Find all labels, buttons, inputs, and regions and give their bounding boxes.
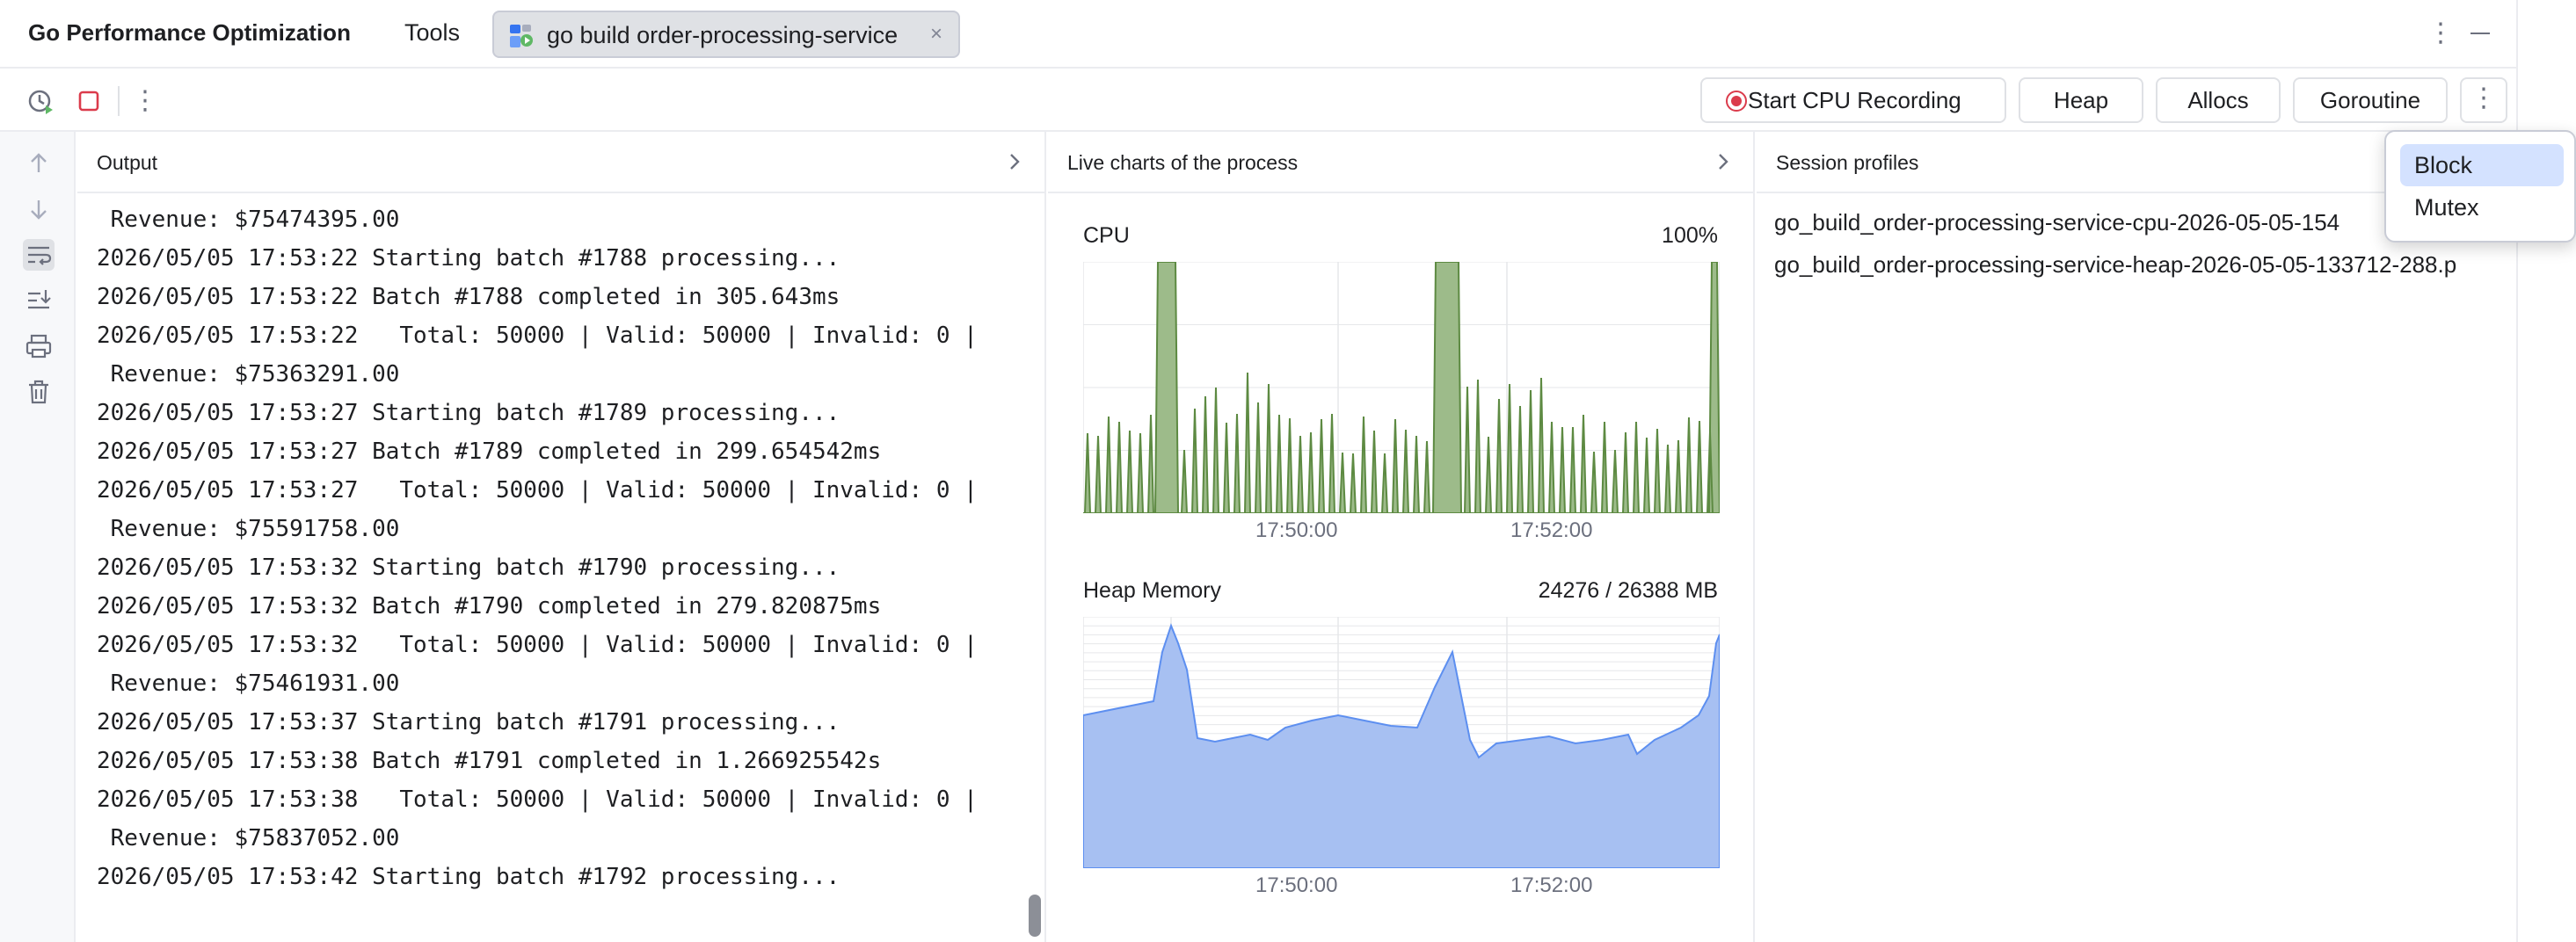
console-line: 2026/05/05 17:53:27 Batch #1789 complete… <box>97 438 882 465</box>
start-cpu-recording-label: Start CPU Recording <box>1748 87 1961 113</box>
live-charts-title: Live charts of the process <box>1067 151 1299 174</box>
heap-tick-label: 17:52:00 <box>1510 873 1593 897</box>
arrow-down-icon[interactable] <box>23 193 55 225</box>
heap-tick-label: 17:50:00 <box>1255 873 1338 897</box>
console-line: 2026/05/05 17:53:22 Batch #1788 complete… <box>97 284 840 310</box>
live-charts-header: Live charts of the process <box>1048 132 1753 193</box>
heap-button[interactable]: Heap <box>2019 77 2143 123</box>
console-line: 2026/05/05 17:53:38 Total: 50000 | Valid… <box>97 786 978 813</box>
console-line: 2026/05/05 17:53:32 Total: 50000 | Valid… <box>97 632 978 658</box>
chevron-right-icon[interactable] <box>1001 148 1029 176</box>
cpu-chart-value: 100% <box>1662 223 1718 248</box>
output-panel-header: Output <box>77 132 1044 193</box>
scroll-to-end-icon[interactable] <box>23 285 55 316</box>
goroutine-button[interactable]: Goroutine <box>2293 77 2448 123</box>
console-line: Revenue: $75461931.00 <box>97 670 400 697</box>
heap-chart-title: Heap Memory <box>1083 578 1221 603</box>
cpu-tick-label: 17:52:00 <box>1510 518 1593 542</box>
console-line: 2026/05/05 17:53:22 Starting batch #1788… <box>97 245 840 272</box>
console-line: 2026/05/05 17:53:32 Starting batch #1790… <box>97 554 840 581</box>
arrow-up-icon[interactable] <box>23 148 55 179</box>
profile-type-popup: Block Mutex <box>2384 130 2576 243</box>
console-line: Revenue: $75474395.00 <box>97 207 400 233</box>
console-line: 2026/05/05 17:53:27 Starting batch #1789… <box>97 400 840 426</box>
profiler-toolbar: ⋮ Start CPU Recording Heap Allocs Gorout… <box>0 70 2516 132</box>
trash-icon[interactable] <box>23 376 55 408</box>
popup-item-block[interactable]: Block <box>2400 144 2564 186</box>
console-line: Revenue: $75591758.00 <box>97 516 400 542</box>
soft-wrap-icon[interactable] <box>23 239 55 271</box>
go-run-icon <box>510 25 533 47</box>
console-line: 2026/05/05 17:53:32 Batch #1790 complete… <box>97 593 882 620</box>
console-line: 2026/05/05 17:53:22 Total: 50000 | Valid… <box>97 322 978 349</box>
cpu-tick-label: 17:50:00 <box>1255 518 1338 542</box>
session-profile-item[interactable]: go_build_order-processing-service-cpu-20… <box>1774 209 2340 236</box>
stop-icon[interactable] <box>72 84 106 118</box>
console-scrollbar[interactable] <box>1029 895 1041 937</box>
heap-chart-value: 24276 / 26388 MB <box>1538 578 1718 603</box>
output-title: Output <box>97 151 158 174</box>
console-output[interactable]: Revenue: $75474395.00 2026/05/05 17:53:22… <box>97 200 1029 938</box>
start-cpu-recording-button[interactable]: Start CPU Recording <box>1700 77 2006 123</box>
chevron-right-icon[interactable] <box>1709 148 1737 176</box>
cpu-chart <box>1083 262 1720 513</box>
profiler-attach-icon[interactable] <box>25 84 58 118</box>
title-bar: Go Performance Optimization Tools go bui… <box>0 0 2516 69</box>
print-icon[interactable] <box>23 330 55 362</box>
console-line: Revenue: $75363291.00 <box>97 361 400 388</box>
popup-item-mutex[interactable]: Mutex <box>2400 186 2564 228</box>
console-line: 2026/05/05 17:53:42 Starting batch #1792… <box>97 864 840 890</box>
tab-tools[interactable]: Tools <box>389 18 476 48</box>
session-profile-item[interactable]: go_build_order-processing-service-heap-2… <box>1774 251 2456 279</box>
tab-run-configuration[interactable]: go build order-processing-service × <box>492 11 960 58</box>
heap-chart <box>1083 617 1720 868</box>
output-panel: Output Revenue: $75474395.00 2026/05/05 1… <box>77 132 1046 942</box>
toolbar-separator <box>118 86 120 116</box>
more-profiles-button[interactable]: ⋮ <box>2460 77 2507 123</box>
toolbar-more-icon[interactable]: ⋮ <box>128 84 162 118</box>
allocs-button[interactable]: Allocs <box>2156 77 2281 123</box>
live-charts-panel: Live charts of the process CPU 100% 17:5… <box>1048 132 1755 942</box>
tab-run-label: go build order-processing-service <box>547 22 899 48</box>
console-line: 2026/05/05 17:53:37 Starting batch #1791… <box>97 709 840 735</box>
minimize-icon[interactable] <box>2462 16 2497 51</box>
console-line: 2026/05/05 17:53:38 Batch #1791 complete… <box>97 748 882 774</box>
close-icon[interactable]: × <box>923 21 950 47</box>
console-side-toolbar <box>0 132 76 942</box>
cpu-chart-title: CPU <box>1083 223 1130 248</box>
session-profiles-title: Session profiles <box>1776 151 1919 174</box>
record-icon <box>1726 91 1747 112</box>
app-title: Go Performance Optimization <box>28 19 351 46</box>
session-profiles-panel: Session profiles go_build_order-processi… <box>1757 132 2516 942</box>
console-line: Revenue: $75837052.00 <box>97 825 400 851</box>
more-options-icon[interactable]: ⋮ <box>2423 16 2458 51</box>
console-line: 2026/05/05 17:53:27 Total: 50000 | Valid… <box>97 477 978 504</box>
